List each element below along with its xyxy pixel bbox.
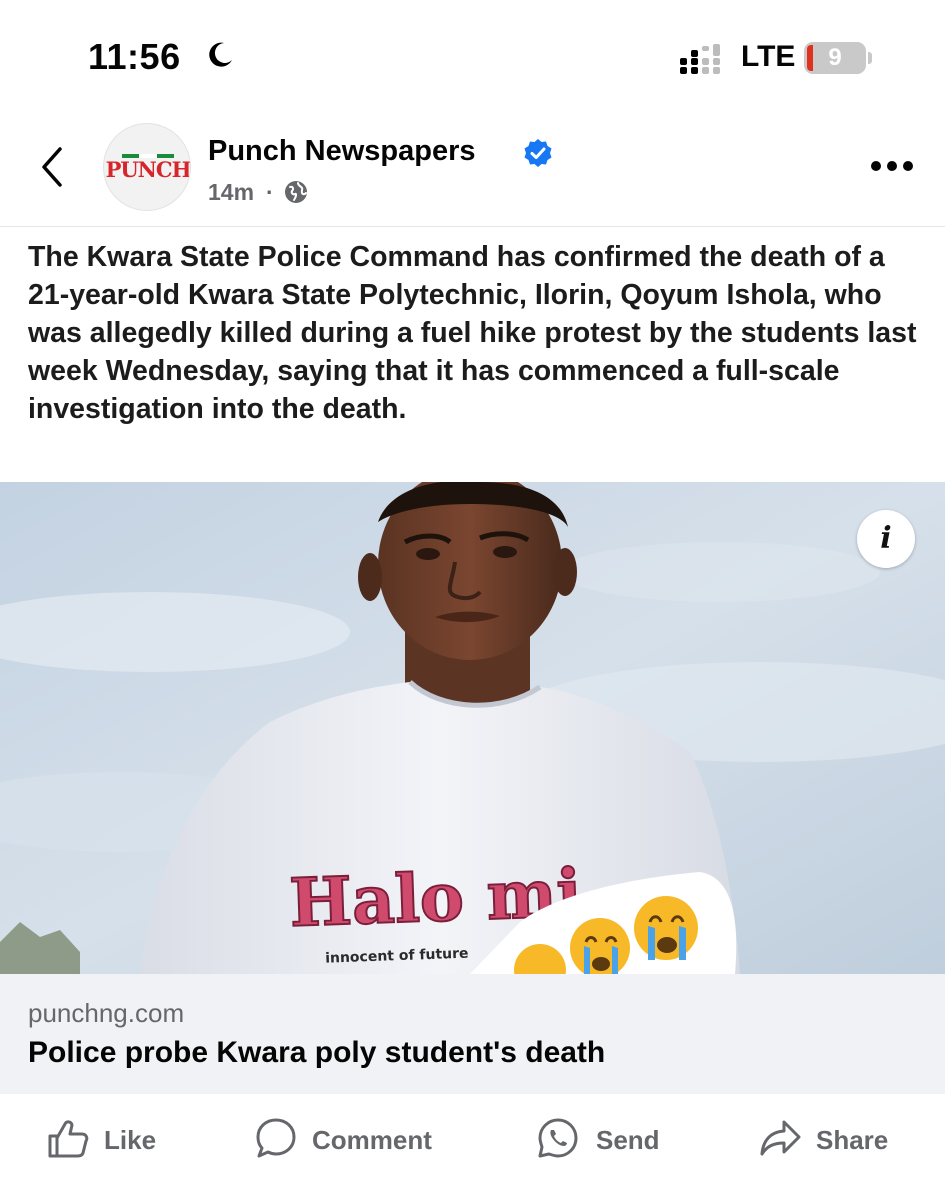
photo-student: Halo mi innocent of future bbox=[0, 482, 945, 974]
battery-percent: 9 bbox=[828, 44, 842, 71]
globe-icon bbox=[285, 181, 307, 203]
comment-icon bbox=[256, 1118, 296, 1158]
like-button[interactable]: Like bbox=[46, 1116, 166, 1164]
status-bar: 11:56 LTE 9 bbox=[0, 0, 945, 110]
post-timestamp[interactable]: 14m bbox=[208, 179, 254, 206]
timestamp-separator: · bbox=[266, 179, 274, 205]
share-label: Share bbox=[816, 1125, 889, 1155]
thumbs-up-icon bbox=[48, 1120, 89, 1158]
link-domain: punchng.com bbox=[28, 998, 185, 1028]
more-options-icon[interactable] bbox=[870, 160, 914, 172]
verified-badge-icon bbox=[524, 139, 552, 167]
battery-icon: 9 bbox=[804, 42, 866, 74]
post-body-text: The Kwara State Police Command has confi… bbox=[28, 241, 917, 425]
share-button[interactable]: Share bbox=[758, 1116, 908, 1164]
page-logo-text: PUNCH bbox=[105, 157, 191, 182]
link-title: Police probe Kwara poly student's death bbox=[28, 1036, 606, 1069]
header-divider bbox=[0, 226, 945, 227]
moon-icon bbox=[209, 42, 232, 67]
link-preview-image[interactable]: Halo mi innocent of future bbox=[0, 482, 945, 974]
info-icon: i bbox=[880, 521, 892, 556]
back-icon[interactable] bbox=[36, 145, 70, 189]
crying-face-emoji-3 bbox=[634, 896, 698, 960]
page-avatar[interactable]: PUNCH bbox=[103, 123, 191, 211]
like-label: Like bbox=[104, 1125, 157, 1155]
network-type: LTE bbox=[741, 40, 796, 73]
signal-icon bbox=[680, 44, 720, 74]
comment-label: Comment bbox=[312, 1125, 432, 1155]
link-caption[interactable]: punchng.com Police probe Kwara poly stud… bbox=[0, 974, 945, 1094]
page-name[interactable]: Punch Newspapers bbox=[208, 135, 476, 168]
send-button[interactable]: Send bbox=[536, 1116, 676, 1164]
comment-button[interactable]: Comment bbox=[254, 1116, 454, 1164]
info-button[interactable]: i bbox=[857, 510, 915, 568]
whatsapp-icon bbox=[538, 1118, 578, 1158]
share-arrow-icon bbox=[760, 1120, 801, 1156]
status-time: 11:56 bbox=[88, 36, 181, 77]
send-label: Send bbox=[596, 1125, 660, 1155]
battery-nub bbox=[868, 52, 872, 64]
action-bar: Like Comment Send Share bbox=[0, 1094, 945, 1200]
